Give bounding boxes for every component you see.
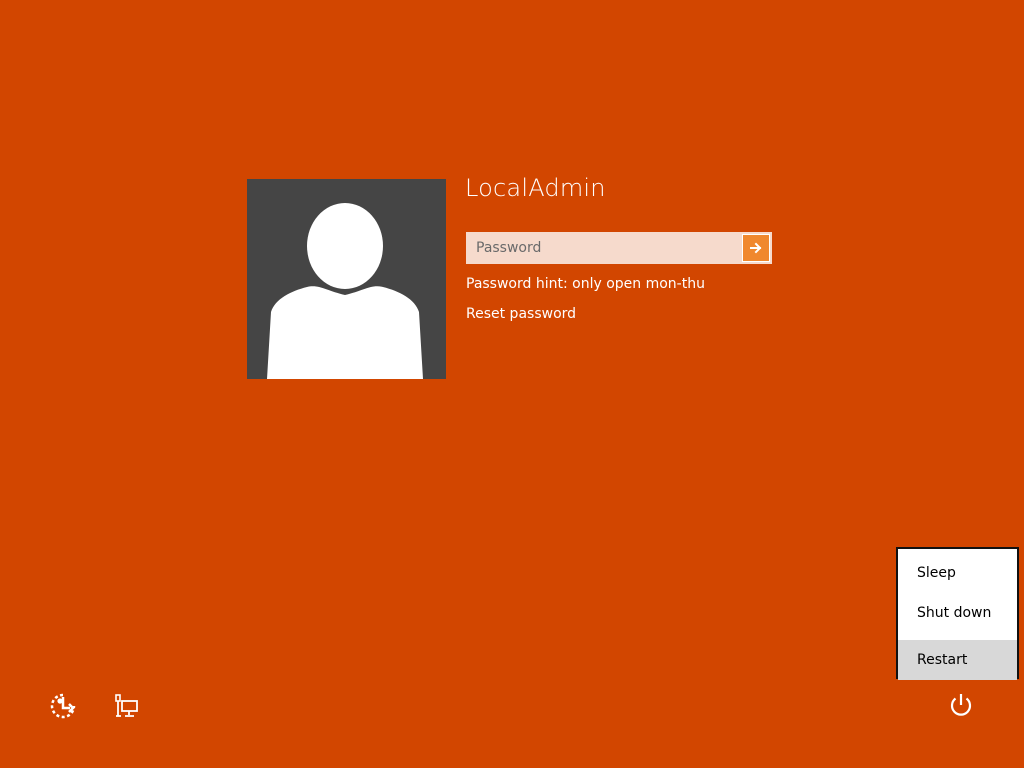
arrow-right-icon bbox=[750, 242, 762, 254]
ease-of-access-icon bbox=[50, 693, 76, 719]
power-menu-restart[interactable]: Restart bbox=[898, 640, 1017, 680]
password-input[interactable] bbox=[467, 233, 739, 263]
power-menu: Sleep Shut down Restart bbox=[896, 547, 1019, 680]
reset-password-link[interactable]: Reset password bbox=[466, 306, 576, 322]
username-label: LocalAdmin bbox=[465, 174, 606, 202]
user-avatar bbox=[247, 179, 446, 379]
power-icon bbox=[950, 694, 972, 716]
power-button[interactable] bbox=[947, 691, 975, 719]
password-box bbox=[466, 232, 772, 264]
submit-button[interactable] bbox=[742, 234, 770, 262]
network-button[interactable] bbox=[113, 692, 141, 720]
power-menu-sleep[interactable]: Sleep bbox=[898, 560, 1017, 600]
ease-of-access-button[interactable] bbox=[49, 692, 77, 720]
network-icon bbox=[115, 694, 138, 717]
power-menu-shut-down[interactable]: Shut down bbox=[898, 600, 1017, 640]
user-silhouette-icon bbox=[267, 203, 423, 379]
password-hint: Password hint: only open mon-thu bbox=[466, 276, 705, 292]
